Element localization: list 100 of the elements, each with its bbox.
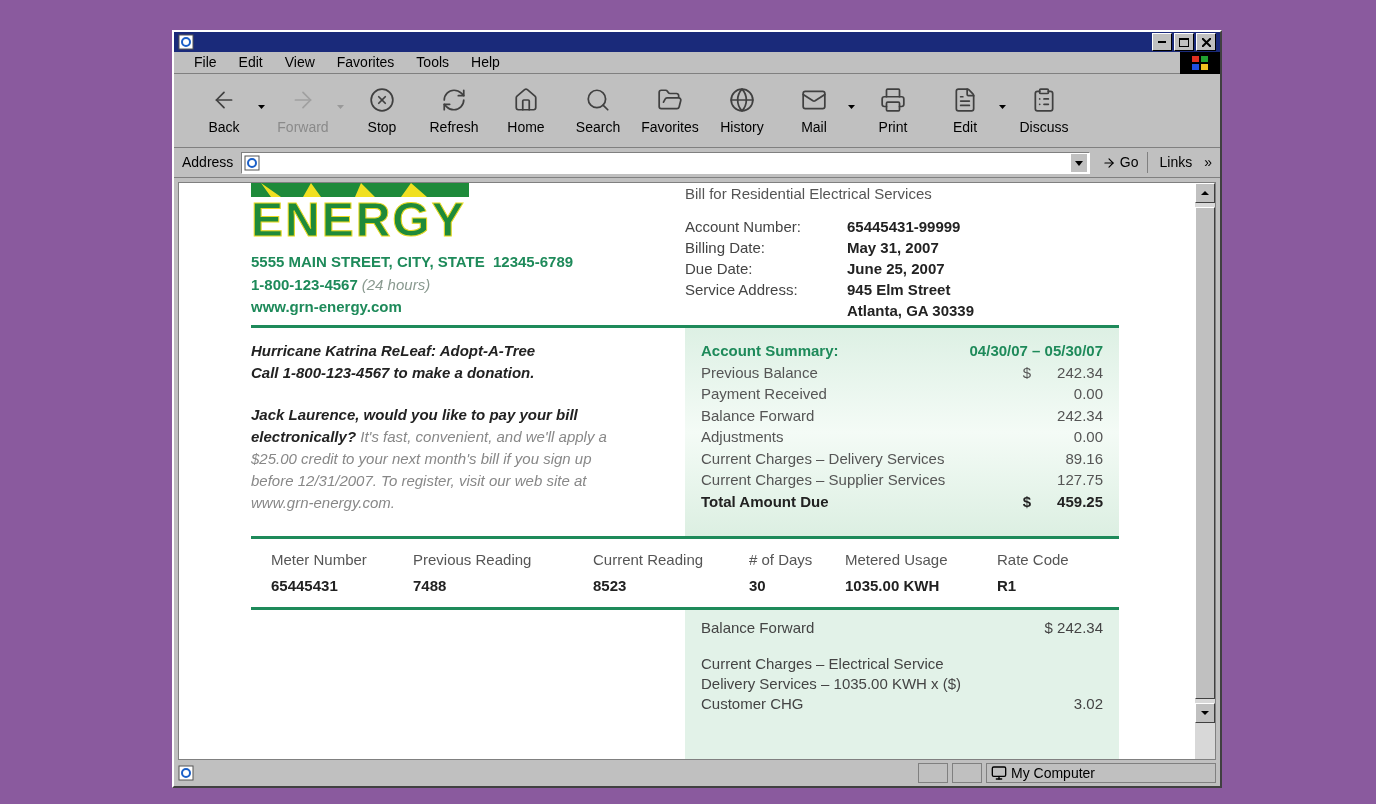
scroll-up-button[interactable] bbox=[1195, 183, 1215, 203]
toolbar-button[interactable]: Favorites bbox=[636, 83, 704, 138]
company-address: 5555 MAIN STREET, CITY, STATE 12345-6789 bbox=[251, 252, 575, 272]
summary-label: Total Amount Due bbox=[701, 491, 829, 512]
page-icon bbox=[244, 154, 261, 171]
menu-item[interactable]: File bbox=[194, 52, 217, 73]
table-cell-text: R1 bbox=[997, 576, 1018, 596]
column-header: # of Days bbox=[749, 550, 814, 570]
status-pane bbox=[952, 763, 982, 783]
go-arrow-icon bbox=[1101, 155, 1116, 170]
info-value: 945 Elm Street bbox=[847, 280, 952, 300]
summary-amount: 0.00 bbox=[1072, 427, 1103, 447]
toolbar-button[interactable]: Refresh bbox=[420, 83, 488, 138]
clipboard-icon bbox=[1031, 87, 1057, 113]
maximize-icon bbox=[1179, 37, 1189, 47]
windows-logo-icon bbox=[1192, 55, 1208, 70]
info-label: Account Number: bbox=[685, 217, 802, 237]
toolbar-button[interactable]: Stop bbox=[348, 83, 416, 138]
toolbar-button[interactable]: Search bbox=[564, 83, 632, 138]
toolbar-button[interactable]: Edit bbox=[931, 83, 999, 138]
minimize-button[interactable] bbox=[1152, 33, 1172, 51]
toolbar-button[interactable]: Home bbox=[492, 83, 560, 138]
table-cell-text: 1035.00 KWH bbox=[845, 576, 941, 596]
charge-label: Delivery Services – 1035.00 KWH x ($) bbox=[701, 674, 962, 694]
menu-item[interactable]: Tools bbox=[416, 52, 450, 73]
security-zone: My Computer bbox=[1011, 763, 1096, 783]
toolbar-button[interactable]: History bbox=[708, 83, 776, 138]
close-icon bbox=[1201, 37, 1211, 47]
address-field[interactable] bbox=[241, 151, 1090, 174]
summary-label: Balance Forward bbox=[701, 405, 815, 426]
folder-icon bbox=[657, 87, 683, 113]
summary-amount: 127.75 bbox=[1056, 470, 1103, 490]
toolbar-button[interactable]: Back bbox=[190, 83, 258, 138]
charge-amount: $ 242.34 bbox=[1044, 618, 1103, 638]
info-value: Atlanta, GA 30339 bbox=[847, 301, 974, 321]
minimize-icon bbox=[1158, 41, 1166, 43]
links-button[interactable]: Links bbox=[1151, 152, 1201, 173]
home-icon bbox=[513, 87, 539, 113]
up-arrow-icon bbox=[1201, 191, 1209, 195]
charge-label: Current Charges – Electrical Service bbox=[701, 654, 944, 674]
summary-amount: 242.34 bbox=[1056, 405, 1103, 426]
page-icon bbox=[178, 34, 194, 50]
column-header: Metered Usage bbox=[845, 550, 949, 570]
caret-icon[interactable] bbox=[999, 105, 1006, 109]
caret-icon[interactable] bbox=[848, 105, 855, 109]
currency-sign: $ bbox=[1022, 362, 1031, 383]
mail-icon bbox=[801, 87, 827, 113]
stop-icon bbox=[369, 87, 395, 113]
promo-text: Call 1-800-123-4567 to make a donation. bbox=[251, 363, 536, 383]
info-label: Due Date: bbox=[685, 259, 754, 279]
globe-icon bbox=[729, 87, 755, 113]
bill-heading: Bill for Residential Electrical Services bbox=[685, 184, 933, 204]
go-button[interactable]: Go bbox=[1093, 152, 1148, 173]
refresh-icon bbox=[441, 87, 467, 113]
menu-item[interactable]: View bbox=[284, 52, 315, 73]
close-button[interactable] bbox=[1196, 33, 1216, 51]
table-cell-text: 8523 bbox=[593, 576, 628, 596]
table-cell-text: 7488 bbox=[413, 576, 448, 596]
currency-sign: $ bbox=[1022, 491, 1031, 512]
menu-item[interactable]: Help bbox=[471, 52, 500, 73]
info-label: Service Address: bbox=[685, 280, 799, 300]
column-header: Previous Reading bbox=[413, 550, 533, 570]
menu-item[interactable]: Favorites bbox=[336, 52, 395, 73]
column-header: Rate Code bbox=[997, 550, 1070, 570]
down-arrow-icon bbox=[1201, 711, 1209, 715]
status-pane bbox=[918, 763, 948, 783]
scroll-down-button[interactable] bbox=[1195, 703, 1215, 723]
document-icon bbox=[952, 87, 978, 113]
toolbar-button[interactable]: Mail bbox=[780, 83, 848, 138]
charge-label: Balance Forward bbox=[701, 618, 815, 638]
column-header: Current Reading bbox=[593, 550, 705, 570]
maximize-button[interactable] bbox=[1174, 33, 1194, 51]
search-icon bbox=[585, 87, 611, 113]
promo-paragraph: Jack Laurence, would you like to pay your bill electronically? It's fast, convenient, and we'll apply a $25.00 credit to your next month's bill if you sign up before 12/31/2007. To register, visit our web site at www.grn-energy.com. bbox=[251, 405, 608, 513]
summary-label: Previous Balance bbox=[701, 362, 818, 383]
table-cell-text: 30 bbox=[749, 576, 767, 596]
computer-icon bbox=[991, 765, 1007, 781]
printer-icon bbox=[880, 87, 906, 113]
charge-amount: 3.02 bbox=[1073, 694, 1103, 714]
company-website: www.grn-energy.com bbox=[251, 297, 403, 317]
summary-amount: 242.34 bbox=[1056, 362, 1103, 383]
info-value: 65445431-99999 bbox=[847, 217, 961, 237]
page-icon bbox=[178, 765, 194, 781]
info-label: Billing Date: bbox=[685, 238, 767, 258]
toolbar-button[interactable]: Discuss bbox=[1010, 83, 1078, 138]
phone-hours: (24 hours) bbox=[361, 274, 431, 295]
caret-icon[interactable] bbox=[258, 105, 265, 109]
company-phone: 1-800-123-4567 bbox=[251, 274, 358, 295]
logo-text: ENERGY bbox=[251, 197, 467, 243]
menu-item[interactable]: Edit bbox=[238, 52, 263, 73]
summary-amount: 89.16 bbox=[1064, 448, 1103, 469]
summary-label: Adjustments bbox=[701, 427, 784, 447]
summary-amount: 0.00 bbox=[1072, 384, 1103, 404]
summary-amount: 459.25 bbox=[1056, 491, 1103, 512]
toolbar-button[interactable]: Print bbox=[859, 83, 927, 138]
summary-period: 04/30/07 – 05/30/07 bbox=[969, 341, 1103, 361]
info-value: May 31, 2007 bbox=[847, 238, 939, 258]
info-value: June 25, 2007 bbox=[847, 259, 945, 279]
summary-title: Account Summary: bbox=[701, 341, 839, 361]
chevron[interactable]: » bbox=[1204, 152, 1216, 173]
